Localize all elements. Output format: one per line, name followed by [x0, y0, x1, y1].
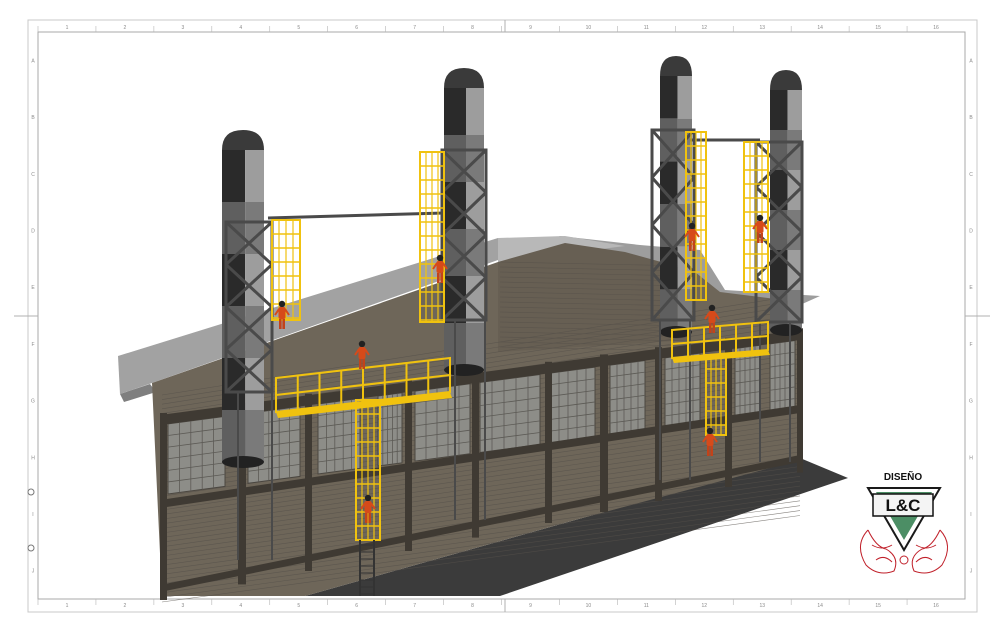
- ruler-top-label: 12: [702, 25, 708, 31]
- ruler-right-label: A: [969, 58, 973, 64]
- wall-column: [600, 354, 608, 512]
- wall-column: [472, 371, 479, 538]
- wall-column: [405, 380, 412, 551]
- ruler-bottom-label: 2: [124, 603, 127, 609]
- ruler-right-label: B: [969, 115, 973, 121]
- ruler-bottom-label: 7: [413, 603, 416, 609]
- ruler-bottom-label: 10: [586, 603, 592, 609]
- ruler-left-label: C: [31, 172, 35, 178]
- ruler-right-label: G: [969, 399, 973, 405]
- ruler-top-label: 7: [413, 25, 416, 31]
- ruler-bottom-label: 8: [471, 603, 474, 609]
- ruler-left-label: E: [31, 285, 35, 291]
- ruler-right-label: I: [970, 512, 971, 518]
- ruler-left-label: H: [31, 455, 35, 461]
- ruler-top-label: 6: [355, 25, 358, 31]
- ruler-bottom-label: 4: [239, 603, 242, 609]
- company-logo: DISEÑO L&C: [860, 470, 948, 574]
- wall-column: [305, 393, 312, 571]
- drawing-sheet: 1 2 3 4 5 6 7 8 9 10 11 12 13 14 15 16 1 2 3 4 5 6 7 8 9 10 11 12 13…: [0, 0, 1000, 630]
- ruler-bottom-label: 9: [529, 603, 532, 609]
- ruler-right-label: F: [969, 342, 972, 348]
- ruler-bottom-label: 6: [355, 603, 358, 609]
- ruler-bottom-label: 16: [933, 603, 939, 609]
- ruler-top-label: 16: [933, 25, 939, 31]
- ruler-bottom-label: 13: [759, 603, 765, 609]
- ruler-top-label: 9: [529, 25, 532, 31]
- exhaust-stack: [222, 130, 264, 468]
- ruler-right-label: H: [969, 455, 973, 461]
- ruler-left-label: F: [31, 342, 34, 348]
- ruler-right-label: J: [970, 569, 973, 575]
- ruler-bottom-label: 5: [297, 603, 300, 609]
- wall-column: [160, 413, 167, 600]
- ruler-bottom-label: 14: [817, 603, 823, 609]
- ruler-top-label: 2: [124, 25, 127, 31]
- ruler-bottom-label: 15: [875, 603, 881, 609]
- wall-column: [797, 328, 803, 473]
- top-beam: [267, 211, 445, 220]
- wall-column: [545, 361, 552, 523]
- ruler-top-label: 1: [66, 25, 69, 31]
- ruler-left-label: B: [31, 115, 35, 121]
- ruler-bottom-label: 11: [644, 603, 649, 609]
- ruler-bottom-label: 3: [181, 603, 184, 609]
- ruler-right-label: D: [969, 228, 973, 234]
- ruler-top-label: 3: [181, 25, 184, 31]
- ruler-left-label: D: [31, 228, 35, 234]
- ruler-top-label: 10: [586, 25, 592, 31]
- industrial-stacks-rendering: 1 2 3 4 5 6 7 8 9 10 11 12 13 14 15 161 2 3 4 5 6 7 8 9 10 11 12 13…: [14, 19, 990, 613]
- ruler-top-label: 11: [644, 25, 649, 31]
- ruler-bottom-label: 12: [702, 603, 708, 609]
- ruler-top-label: 15: [875, 25, 881, 31]
- ruler-top-label: 14: [817, 25, 823, 31]
- exhaust-stack: [444, 68, 484, 376]
- ruler-right-label: C: [969, 172, 973, 178]
- ruler-top-label: 4: [239, 25, 242, 31]
- ruler-top-label: 8: [471, 25, 474, 31]
- ruler-left-label: J: [32, 569, 35, 575]
- ruler-left-label: G: [31, 399, 35, 405]
- ruler-bottom-label: 1: [66, 603, 69, 609]
- ruler-top-label: 13: [759, 25, 765, 31]
- ruler-top-label: 5: [297, 25, 300, 31]
- logo-top-text: DISEÑO: [884, 470, 923, 483]
- ruler-left-label: A: [31, 58, 35, 64]
- ruler-left-label: I: [32, 512, 33, 518]
- logo-main-text: L&C: [886, 496, 921, 515]
- ruler-right-label: E: [969, 285, 973, 291]
